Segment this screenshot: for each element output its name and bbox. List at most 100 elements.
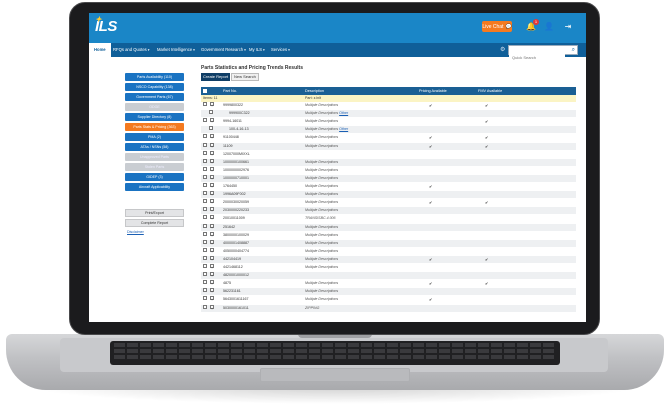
table-row[interactable]: +3800000100029 Multiple Descriptions bbox=[201, 231, 576, 239]
create-report-button[interactable]: Create Report bbox=[201, 73, 231, 81]
user-icon[interactable]: 👤 bbox=[544, 22, 554, 32]
sidebar-item[interactable]: PMA (2) bbox=[125, 133, 184, 141]
table-row[interactable]: +4421468112 Multiple Descriptions bbox=[201, 264, 576, 271]
table-row[interactable]: +9999800322 Multiple Descriptions ✔ ✔ bbox=[201, 102, 576, 109]
nav-government-research[interactable]: Government Research▾ bbox=[201, 43, 246, 57]
nav-market-intelligence[interactable]: Market Intelligence▾ bbox=[157, 43, 195, 57]
row-checkbox[interactable] bbox=[209, 110, 213, 115]
table-row[interactable]: +1996A09F002 Multiple Descriptions bbox=[201, 191, 576, 199]
part-number[interactable]: 1000000710001 bbox=[223, 175, 249, 182]
row-checkbox[interactable] bbox=[203, 304, 207, 309]
row-checkbox[interactable] bbox=[203, 199, 207, 204]
table-row[interactable]: +4000001408887 Multiple Descriptions bbox=[201, 239, 576, 247]
expand-icon[interactable]: + bbox=[210, 142, 214, 149]
row-checkbox[interactable] bbox=[203, 158, 207, 163]
sidebar-item[interactable]: Parts Availability (110) bbox=[125, 73, 184, 81]
expand-icon[interactable]: + bbox=[210, 247, 214, 254]
expand-icon[interactable]: + bbox=[210, 166, 214, 173]
expand-icon[interactable]: + bbox=[210, 191, 214, 197]
other-link[interactable]: Other bbox=[339, 111, 348, 115]
table-row[interactable]: +5643001611167 Multiple Descriptions ✔ bbox=[201, 296, 576, 303]
new-search-button[interactable]: New Search bbox=[231, 73, 259, 81]
part-number[interactable]: 4421468112 bbox=[223, 264, 243, 271]
expand-icon[interactable]: + bbox=[210, 288, 214, 294]
part-number[interactable]: 1764450 bbox=[223, 183, 237, 190]
part-number[interactable]: 442104419 bbox=[223, 256, 241, 263]
table-row[interactable]: +1000000710001 Multiple Descriptions bbox=[201, 174, 576, 182]
part-number[interactable]: 4875 bbox=[223, 280, 231, 287]
expand-icon[interactable]: + bbox=[210, 296, 214, 302]
row-checkbox[interactable] bbox=[203, 272, 207, 277]
column-pricing-available[interactable]: Pricing Available bbox=[419, 87, 447, 95]
nav-my-ils[interactable]: My ILS▾ bbox=[249, 43, 265, 57]
table-row[interactable]: +251642 Multiple Descriptions bbox=[201, 223, 576, 231]
sidebar-item[interactable]: NSCO Capability (138) bbox=[125, 83, 184, 91]
part-number[interactable]: 20010011009 bbox=[223, 215, 245, 222]
part-number[interactable]: 12007000MIXXL bbox=[223, 151, 250, 158]
print-export-button[interactable]: Print/Export bbox=[125, 209, 184, 217]
part-number[interactable]: 562231161 bbox=[223, 288, 241, 295]
expand-icon[interactable]: + bbox=[210, 158, 214, 165]
table-row[interactable]: +5030000161011 ZIPPING bbox=[201, 304, 576, 312]
table-row[interactable]: +2000030020059 Multiple Descriptions ✔ ✔ bbox=[201, 199, 576, 206]
part-number[interactable]: 5643001611167 bbox=[223, 296, 248, 303]
expand-icon[interactable]: + bbox=[210, 280, 214, 286]
row-checkbox[interactable] bbox=[203, 102, 207, 106]
sidebar-item[interactable]: Parts Stats & Pricing (363) bbox=[125, 123, 184, 131]
row-checkbox[interactable] bbox=[203, 150, 207, 155]
table-row[interactable]: +2030000220233 Multiple Descriptions bbox=[201, 207, 576, 215]
nav-services[interactable]: Services▾ bbox=[271, 43, 290, 57]
expand-icon[interactable]: + bbox=[210, 215, 214, 221]
expand-icon[interactable]: + bbox=[210, 239, 214, 246]
row-checkbox[interactable] bbox=[203, 223, 207, 228]
row-checkbox[interactable] bbox=[203, 231, 207, 236]
column-part-no[interactable]: Part No. bbox=[223, 87, 237, 95]
part-number[interactable]: 1000000002976 bbox=[223, 167, 249, 174]
expand-icon[interactable]: + bbox=[210, 304, 214, 311]
table-row[interactable]: +9994-16011 Multiple Descriptions ✔ bbox=[201, 118, 576, 125]
expand-icon[interactable]: + bbox=[210, 264, 214, 270]
part-number[interactable]: 251642 bbox=[223, 224, 235, 231]
sidebar-item[interactable]: GIDEP (3) bbox=[125, 173, 184, 181]
row-checkbox[interactable] bbox=[203, 215, 207, 220]
column-description[interactable]: Description bbox=[305, 87, 324, 95]
table-row[interactable]: +1000000100661 Multiple Descriptions bbox=[201, 158, 576, 166]
sidebar-item[interactable]: Government Parts (67) bbox=[125, 93, 184, 101]
other-link[interactable]: Other bbox=[339, 127, 348, 131]
gear-icon[interactable]: ⚙ bbox=[500, 46, 505, 53]
row-checkbox[interactable] bbox=[203, 239, 207, 244]
expand-icon[interactable]: + bbox=[210, 118, 214, 124]
table-row[interactable]: +442104419 Multiple Descriptions ✔ ✔ bbox=[201, 255, 576, 263]
row-checkbox[interactable] bbox=[203, 174, 207, 179]
table-row[interactable]: +4820001000012 bbox=[201, 272, 576, 280]
part-number[interactable]: 4050000404774 bbox=[223, 248, 249, 255]
part-number[interactable]: 100-4-16-13 bbox=[229, 126, 249, 133]
table-row[interactable]: +4875 Multiple Descriptions ✔ ✔ bbox=[201, 280, 576, 287]
search-input[interactable] bbox=[509, 53, 565, 62]
row-checkbox[interactable] bbox=[203, 247, 207, 252]
part-number[interactable]: 4000001408887 bbox=[223, 240, 249, 247]
expand-icon[interactable]: + bbox=[210, 150, 214, 157]
part-number[interactable]: 1996A09F002 bbox=[223, 191, 246, 198]
part-number[interactable]: 3800000100029 bbox=[223, 232, 249, 239]
row-checkbox[interactable] bbox=[209, 126, 213, 131]
table-row[interactable]: +12007000MIXXL bbox=[201, 150, 576, 158]
logout-icon[interactable]: ⇥ bbox=[563, 22, 573, 32]
part-number[interactable]: 9999800322 bbox=[223, 102, 243, 109]
part-number[interactable]: 2000030020059 bbox=[223, 199, 249, 206]
table-row[interactable]: +562231161 Multiple Descriptions bbox=[201, 288, 576, 296]
expand-icon[interactable]: + bbox=[210, 223, 214, 230]
expand-icon[interactable]: + bbox=[210, 255, 214, 262]
row-checkbox[interactable] bbox=[203, 118, 207, 123]
nav-home[interactable]: Home bbox=[89, 43, 111, 57]
column-fmv-available[interactable]: FMV Available bbox=[478, 87, 502, 95]
row-checkbox[interactable] bbox=[203, 296, 207, 301]
expand-icon[interactable]: + bbox=[210, 102, 214, 108]
part-number[interactable]: 4820001000012 bbox=[223, 272, 249, 279]
complete-report-button[interactable]: Complete Report bbox=[125, 219, 184, 227]
expand-icon[interactable]: + bbox=[210, 134, 214, 140]
row-checkbox[interactable] bbox=[203, 207, 207, 212]
table-row[interactable]: +4050000404774 Multiple Descriptions bbox=[201, 247, 576, 255]
table-row[interactable]: +11109 Multiple Descriptions ✔ ✔ bbox=[201, 142, 576, 150]
row-checkbox[interactable] bbox=[203, 264, 207, 268]
